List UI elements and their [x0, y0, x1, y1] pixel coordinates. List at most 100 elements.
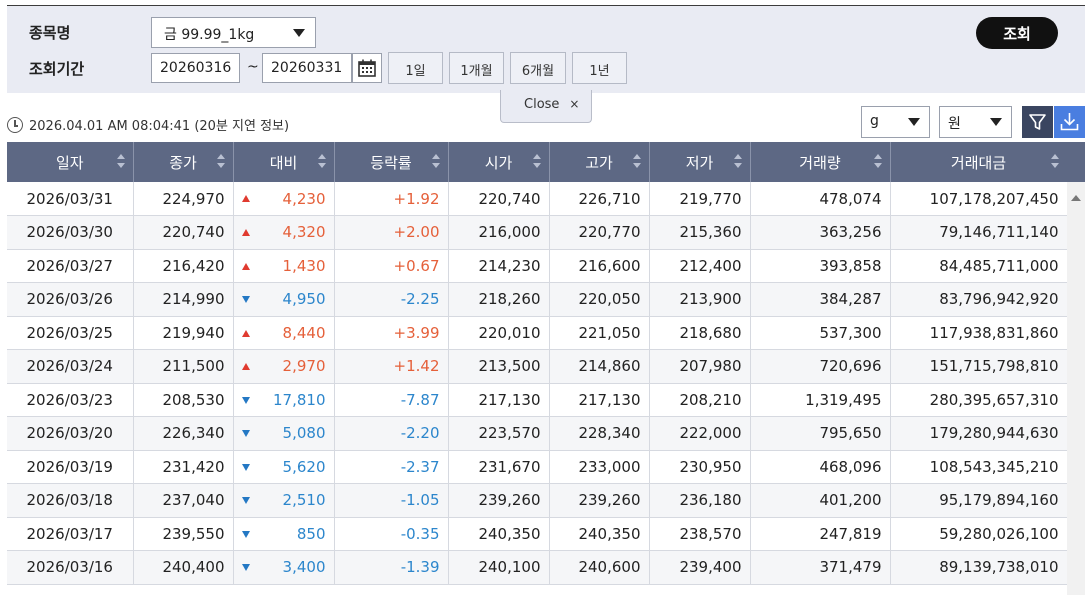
clock-icon: [7, 117, 23, 133]
cell-open: 214,230: [448, 249, 550, 283]
query-button[interactable]: 조회: [976, 17, 1058, 49]
cell-close: 226,340: [133, 416, 234, 451]
sort-icon: [733, 154, 742, 170]
cell-high: 221,050: [549, 316, 650, 350]
table-row[interactable]: 2026/03/16 240,400 3,400 -1.39 240,100 240,60…: [7, 550, 1068, 585]
cell-low: 212,400: [649, 249, 751, 283]
table-row[interactable]: 2026/03/31 224,970 4,230 +1.92 220,740 226,71…: [7, 182, 1068, 216]
date-from-input[interactable]: 20260316: [151, 53, 240, 83]
cell-open: 218,260: [448, 282, 550, 317]
weight-unit-select[interactable]: g: [861, 106, 930, 138]
cell-high: 220,770: [549, 215, 650, 250]
table-row[interactable]: 2026/03/24 211,500 2,970 +1.42 213,500 214,86…: [7, 349, 1068, 384]
column-header-date[interactable]: 일자: [7, 142, 134, 182]
timestamp: 2026.04.01 AM 08:04:41: [29, 119, 191, 134]
cell-change: 1,430: [233, 249, 335, 283]
cell-close: 216,420: [133, 249, 234, 283]
table-row[interactable]: 2026/03/27 216,420 1,430 +0.67 214,230 216,60…: [7, 249, 1068, 283]
table-row[interactable]: 2026/03/30 220,740 4,320 +2.00 216,000 220,77…: [7, 215, 1068, 250]
change-value: 850: [296, 524, 326, 543]
down-arrow-icon: [241, 463, 250, 471]
filter-button[interactable]: [1022, 106, 1053, 138]
column-header-label: 종가: [169, 153, 197, 172]
cell-open: 239,260: [448, 483, 550, 518]
period-1month-button[interactable]: 1개월: [449, 52, 504, 84]
table-row[interactable]: 2026/03/17 239,550 850 -0.35 240,350 240,350 2…: [7, 517, 1068, 551]
rate-value: +2.00: [393, 223, 440, 242]
rate-value: -0.35: [400, 524, 440, 543]
chevron-down-icon: [293, 29, 305, 37]
up-arrow-icon: [241, 363, 250, 370]
cell-rate: -1.05: [334, 483, 449, 518]
cell-rate: -0.35: [334, 517, 449, 551]
cell-amount: 280,395,657,310: [890, 383, 1068, 417]
change-value: 5,620: [282, 457, 326, 476]
close-panel-button[interactable]: Close ×: [500, 90, 592, 123]
column-header-amount[interactable]: 거래대금: [890, 142, 1068, 182]
rate-value: -1.05: [400, 491, 440, 510]
cell-volume: 401,200: [750, 483, 891, 518]
column-header-rate[interactable]: 등락률: [334, 142, 449, 182]
sort-icon: [216, 154, 225, 170]
table-row[interactable]: 2026/03/18 237,040 2,510 -1.05 239,260 239,26…: [7, 483, 1068, 518]
period-1day-button[interactable]: 1일: [388, 52, 443, 84]
scroll-up-arrow-icon[interactable]: [1071, 195, 1081, 201]
cell-date: 2026/03/24: [7, 349, 134, 384]
cell-rate: -2.25: [334, 282, 449, 317]
down-arrow-icon: [241, 530, 250, 538]
calendar-button[interactable]: [352, 53, 382, 83]
cell-rate: -1.39: [334, 550, 449, 585]
sort-icon: [116, 154, 125, 170]
up-arrow-icon: [241, 195, 250, 202]
column-header-volume[interactable]: 거래량: [750, 142, 891, 182]
cell-open: 231,670: [448, 450, 550, 484]
weight-unit-value: g: [870, 113, 879, 129]
column-header-open[interactable]: 시가: [448, 142, 550, 182]
change-value: 4,320: [282, 223, 326, 242]
rate-value: +1.42: [393, 357, 440, 376]
period-1year-button[interactable]: 1년: [572, 52, 627, 84]
down-arrow-icon: [241, 564, 250, 571]
period-6month-button[interactable]: 6개월: [510, 52, 566, 84]
table-row[interactable]: 2026/03/20 226,340 5,080 -2.20 223,570 228,34…: [7, 416, 1068, 451]
cell-close: 220,740: [133, 215, 234, 250]
cell-change: 4,230: [233, 182, 335, 216]
cell-volume: 247,819: [750, 517, 891, 551]
cell-high: 216,600: [549, 249, 650, 283]
cell-date: 2026/03/26: [7, 282, 134, 317]
down-arrow-icon: [241, 430, 250, 437]
cell-close: 211,500: [133, 349, 234, 384]
table-row[interactable]: 2026/03/19 231,420 5,620 -2.37 231,670 233,00…: [7, 450, 1068, 484]
cell-open: 220,010: [448, 316, 550, 350]
cell-amount: 117,938,831,860: [890, 316, 1068, 350]
cell-low: 236,180: [649, 483, 751, 518]
cell-high: 239,260: [549, 483, 650, 518]
cell-open: 240,100: [448, 550, 550, 585]
column-header-close[interactable]: 종가: [133, 142, 234, 182]
download-button[interactable]: [1054, 106, 1085, 138]
column-header-high[interactable]: 고가: [549, 142, 650, 182]
cell-close: 239,550: [133, 517, 234, 551]
rate-value: -7.87: [400, 390, 440, 409]
cell-high: 240,350: [549, 517, 650, 551]
column-header-change[interactable]: 대비: [233, 142, 335, 182]
cell-change: 8,440: [233, 316, 335, 350]
table-row[interactable]: 2026/03/23 208,530 17,810 -7.87 217,130 217,1…: [7, 383, 1068, 417]
down-arrow-icon: [241, 296, 250, 303]
cell-close: 240,400: [133, 550, 234, 585]
vertical-scrollbar[interactable]: [1067, 182, 1085, 595]
table-row[interactable]: 2026/03/25 219,940 8,440 +3.99 220,010 221,05…: [7, 316, 1068, 350]
item-select[interactable]: 금 99.99_1kg: [151, 17, 316, 48]
up-arrow-icon: [241, 329, 250, 337]
sort-icon: [431, 154, 440, 170]
currency-unit-select[interactable]: 원: [939, 106, 1012, 138]
cell-change: 4,320: [233, 215, 335, 250]
rate-value: -2.37: [400, 457, 440, 476]
cell-amount: 84,485,711,000: [890, 249, 1068, 283]
date-to-input[interactable]: 20260331: [262, 53, 352, 83]
cell-rate: -2.20: [334, 416, 449, 451]
cell-close: 219,940: [133, 316, 234, 350]
table-row[interactable]: 2026/03/26 214,990 4,950 -2.25 218,260 220,05…: [7, 282, 1068, 317]
column-header-low[interactable]: 저가: [649, 142, 751, 182]
cell-date: 2026/03/16: [7, 550, 134, 585]
